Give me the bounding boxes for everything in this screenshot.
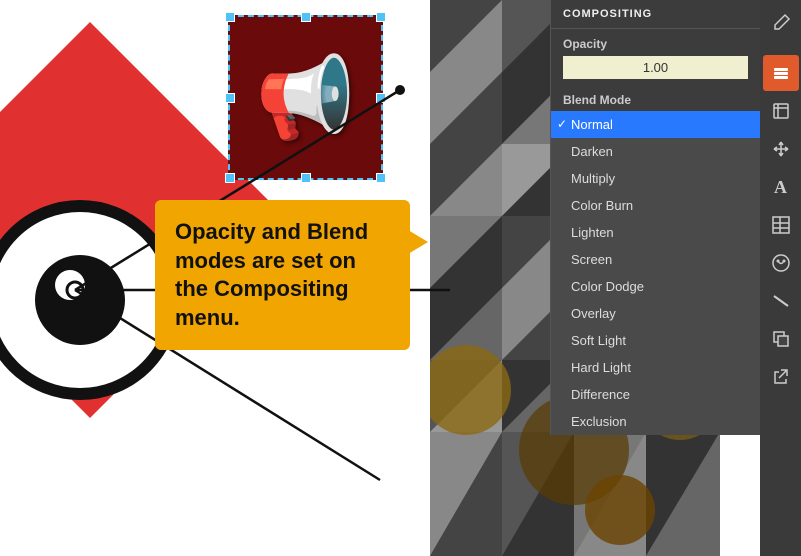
right-toolbar: A	[760, 0, 801, 556]
opacity-section: Opacity	[551, 29, 760, 87]
adjust-icon[interactable]	[763, 283, 799, 319]
compositing-title: COMPOSITING	[551, 0, 760, 29]
blend-mode-item-screen[interactable]: Screen	[551, 246, 760, 273]
move-icon[interactable]	[763, 131, 799, 167]
blend-mode-label: Blend Mode	[551, 87, 760, 111]
callout-tooltip: Opacity and Blend modes are set on the C…	[155, 200, 410, 350]
opacity-input[interactable]	[563, 56, 748, 79]
blend-mode-item-soft_light[interactable]: Soft Light	[551, 327, 760, 354]
layers-icon[interactable]	[763, 55, 799, 91]
blend-mode-item-lighten[interactable]: Lighten	[551, 219, 760, 246]
clone-icon[interactable]	[763, 321, 799, 357]
share-icon[interactable]	[763, 359, 799, 395]
blend-mode-item-normal[interactable]: Normal	[551, 111, 760, 138]
blend-mode-item-darken[interactable]: Darken	[551, 138, 760, 165]
blend-mode-dropdown[interactable]: NormalDarkenMultiplyColor BurnLightenScr…	[551, 111, 760, 435]
blend-mode-item-multiply[interactable]: Multiply	[551, 165, 760, 192]
blend-mode-item-color_dodge[interactable]: Color Dodge	[551, 273, 760, 300]
blend-mode-item-color_burn[interactable]: Color Burn	[551, 192, 760, 219]
opacity-label: Opacity	[563, 37, 748, 51]
blend-mode-item-difference[interactable]: Difference	[551, 381, 760, 408]
blend-mode-item-hard_light[interactable]: Hard Light	[551, 354, 760, 381]
text-icon[interactable]: A	[763, 169, 799, 205]
brush-tool-icon[interactable]	[763, 5, 799, 41]
mask-icon[interactable]	[763, 245, 799, 281]
crop-icon[interactable]	[763, 93, 799, 129]
compositing-panel: COMPOSITING Opacity Blend Mode NormalDar…	[550, 0, 760, 435]
blend-mode-item-overlay[interactable]: Overlay	[551, 300, 760, 327]
blend-mode-item-exclusion[interactable]: Exclusion	[551, 408, 760, 435]
callout-text: Opacity and Blend modes are set on the C…	[175, 219, 368, 330]
table-icon[interactable]	[763, 207, 799, 243]
